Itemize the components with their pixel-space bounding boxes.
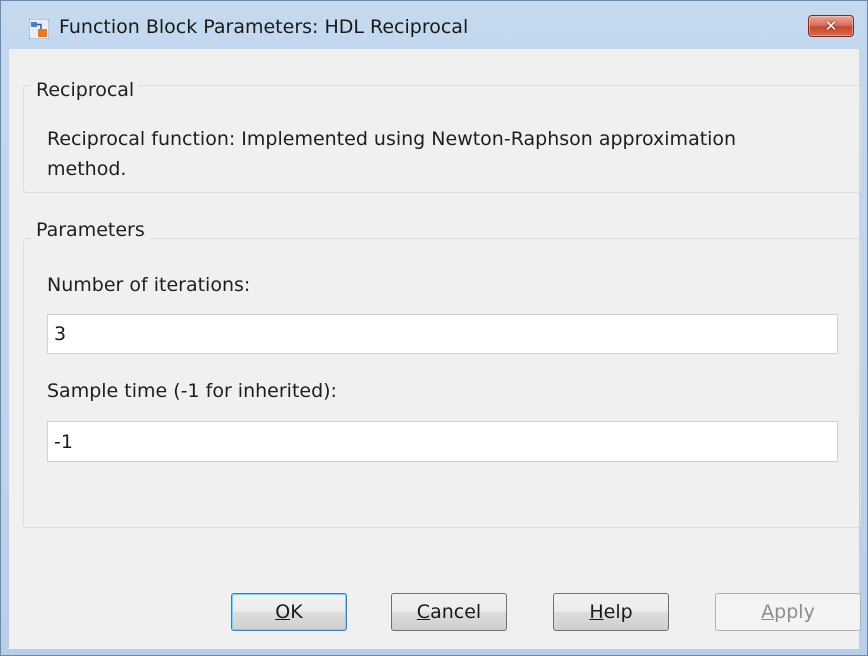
- block-description: Reciprocal function: Implemented using N…: [47, 128, 737, 180]
- iterations-input[interactable]: [47, 314, 838, 354]
- cancel-button[interactable]: Cancel: [391, 593, 507, 631]
- dialog-window: Function Block Parameters: HDL Reciproca…: [0, 0, 868, 656]
- cancel-label-rest: ancel: [430, 601, 482, 623]
- apply-label-rest: pply: [774, 601, 815, 623]
- help-mnemonic: H: [589, 601, 604, 623]
- sample-time-label: Sample time (-1 for inherited):: [47, 380, 337, 402]
- parameters-group-title: Parameters: [31, 218, 150, 242]
- ok-label-rest: K: [290, 601, 303, 623]
- window-title: Function Block Parameters: HDL Reciproca…: [59, 16, 469, 38]
- help-button[interactable]: Help: [553, 593, 669, 631]
- help-label-rest: elp: [603, 601, 633, 623]
- iterations-label: Number of iterations:: [47, 274, 251, 296]
- reciprocal-group-title: Reciprocal: [31, 78, 140, 102]
- ok-mnemonic: O: [275, 601, 291, 623]
- simulink-block-icon: [28, 18, 50, 40]
- apply-mnemonic: A: [761, 601, 775, 623]
- title-bar[interactable]: Function Block Parameters: HDL Reciproca…: [1, 1, 867, 49]
- close-button[interactable]: ✕: [808, 15, 854, 37]
- cancel-mnemonic: C: [416, 601, 431, 623]
- dialog-client-area: Reciprocal Reciprocal function: Implemen…: [9, 49, 861, 649]
- sample-time-input[interactable]: [47, 421, 838, 462]
- close-icon: ✕: [824, 17, 838, 35]
- apply-button: Apply: [715, 593, 861, 631]
- ok-button[interactable]: OK: [231, 593, 347, 631]
